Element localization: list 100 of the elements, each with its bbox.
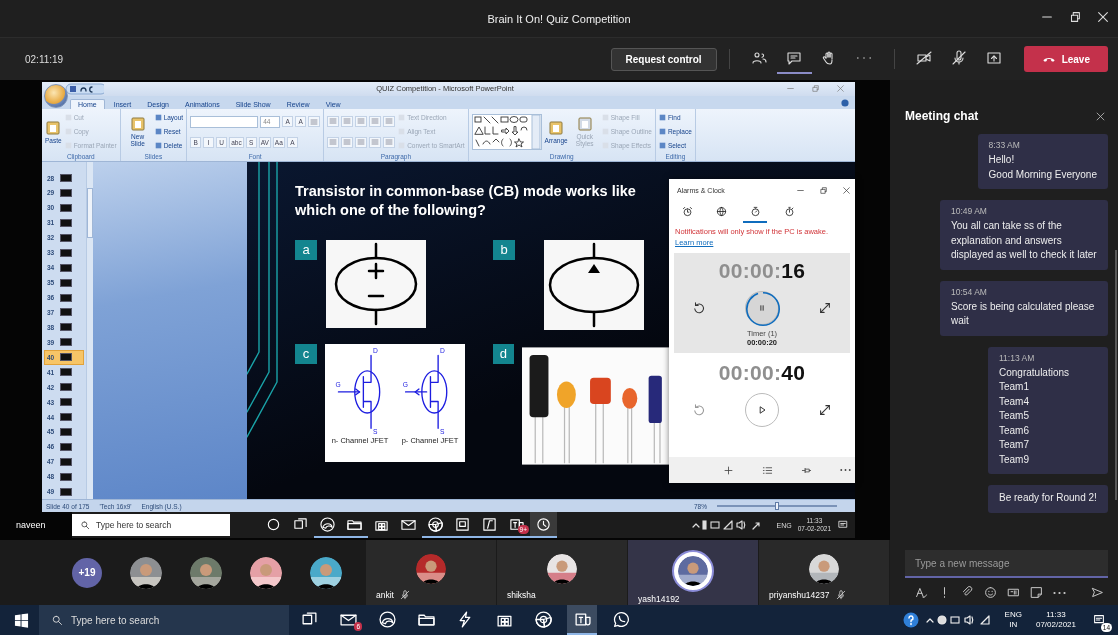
maximize-icon[interactable] bbox=[819, 185, 828, 195]
clock[interactable]: 11:33 07/02/2021 bbox=[1035, 610, 1076, 630]
language-indicator[interactable]: ENG IN bbox=[1004, 610, 1022, 630]
message-time: 10:54 AM bbox=[951, 286, 988, 297]
message-text: Hello! bbox=[988, 153, 1016, 167]
timer-time: 00:00:16 bbox=[718, 259, 806, 283]
lines-icon bbox=[385, 138, 394, 147]
message-time: 10:49 AM bbox=[951, 206, 988, 216]
message-text: Team9 bbox=[999, 452, 1030, 467]
add-icon[interactable] bbox=[723, 464, 734, 476]
more-icon bbox=[856, 56, 873, 60]
message-text: You all can take ss of the explanation and answers displayed as well to check it later bbox=[951, 219, 1097, 262]
lines-icon bbox=[310, 117, 319, 126]
globe-icon bbox=[715, 205, 727, 217]
message-time: 8:33 AM bbox=[988, 140, 1021, 150]
more-icon[interactable] bbox=[840, 468, 851, 473]
notification-icon[interactable] bbox=[837, 519, 849, 531]
panel-title: Meeting chat bbox=[905, 109, 980, 123]
browser-icon bbox=[320, 516, 335, 532]
message-text: Score is being calculated please wait bbox=[951, 299, 1096, 328]
emoji-icon[interactable] bbox=[984, 586, 997, 599]
attach-icon[interactable] bbox=[961, 586, 974, 599]
participant-tile[interactable]: ankit bbox=[365, 540, 496, 605]
search-field[interactable]: Type here to search bbox=[72, 514, 230, 536]
stopwatch-icon bbox=[783, 205, 795, 217]
participant-tile[interactable]: yash14192 bbox=[627, 540, 758, 605]
clock-icon bbox=[536, 516, 551, 532]
command-icon bbox=[548, 119, 565, 136]
edit-list-icon[interactable] bbox=[762, 464, 773, 476]
lines-icon bbox=[357, 117, 366, 126]
participant-name: yash14192 bbox=[638, 594, 680, 604]
round-logo-icon bbox=[534, 610, 552, 628]
message-text: Be ready for Round 2! bbox=[999, 491, 1097, 505]
expand-icon[interactable] bbox=[818, 403, 832, 417]
timer-card[interactable]: 00:00:40 bbox=[674, 355, 850, 437]
participant-name: shiksha bbox=[507, 590, 536, 600]
option-letter: b bbox=[493, 239, 515, 260]
command-icon bbox=[129, 116, 146, 133]
leave-button[interactable]: Leave bbox=[1023, 46, 1108, 72]
message-field[interactable]: Type a new message bbox=[905, 550, 1108, 578]
zoom-slider[interactable] bbox=[717, 505, 837, 508]
lines-icon bbox=[343, 117, 352, 126]
reset-icon[interactable] bbox=[692, 301, 706, 315]
timer-icon bbox=[749, 205, 761, 217]
close-icon[interactable] bbox=[1096, 10, 1110, 24]
lines-icon bbox=[357, 138, 366, 147]
search-icon bbox=[80, 520, 90, 530]
window-title: Brain It On! Quiz Competition bbox=[487, 12, 631, 25]
microphone-off-icon bbox=[951, 50, 968, 66]
participant-tile[interactable]: shiksha bbox=[496, 540, 627, 605]
command-icon bbox=[576, 116, 593, 133]
chat-bubble-icon bbox=[612, 610, 630, 628]
message-text: Congratulations bbox=[999, 365, 1071, 380]
taskbar-app-button[interactable] bbox=[530, 512, 557, 538]
message-text: Team7 bbox=[999, 438, 1030, 452]
presenter-name: naveen bbox=[15, 520, 47, 530]
restore-icon[interactable] bbox=[1068, 10, 1082, 24]
gif-icon[interactable] bbox=[1007, 586, 1020, 599]
message-time: 11:13 AM bbox=[999, 352, 1036, 363]
lines-icon bbox=[371, 117, 380, 126]
participant-name: priyanshu14237 bbox=[769, 590, 830, 600]
participant-name: ankit bbox=[376, 590, 394, 600]
participant-tile[interactable]: priyanshu14237 bbox=[758, 540, 889, 605]
request-control-button[interactable]: Request control bbox=[610, 47, 717, 71]
shapes-gallery[interactable] bbox=[471, 113, 542, 150]
more-icon[interactable] bbox=[1053, 590, 1066, 595]
expand-icon[interactable] bbox=[818, 301, 832, 315]
round-logo-icon bbox=[428, 516, 443, 532]
search-field[interactable]: Type here to search bbox=[39, 605, 289, 635]
participant-count-badge[interactable]: +19 bbox=[72, 557, 102, 588]
presentation-icon bbox=[455, 516, 470, 532]
square-app-icon bbox=[482, 516, 497, 532]
timer-time: 00:00:40 bbox=[718, 361, 806, 385]
close-icon[interactable] bbox=[1095, 110, 1106, 122]
alarm-clock-icon bbox=[681, 205, 693, 217]
people-icon bbox=[751, 50, 768, 66]
browser-icon bbox=[378, 610, 396, 628]
lines-icon bbox=[385, 117, 394, 126]
message-text: Team4 bbox=[999, 394, 1030, 409]
help-icon[interactable] bbox=[902, 612, 919, 628]
question-text: Transistor in common-base (CB) mode works like which one of the following? bbox=[295, 182, 637, 220]
sticker-icon[interactable] bbox=[1030, 586, 1043, 599]
search-icon bbox=[51, 614, 63, 626]
lines-icon bbox=[329, 138, 338, 147]
windows-start-icon[interactable] bbox=[14, 612, 29, 628]
share-screen-icon bbox=[986, 50, 1003, 66]
lines-icon bbox=[329, 117, 338, 126]
message-text: Team6 bbox=[999, 423, 1030, 438]
option-letter: d bbox=[493, 343, 514, 364]
camera-off-icon bbox=[916, 50, 933, 66]
font-field[interactable] bbox=[190, 115, 259, 128]
chat-icon bbox=[786, 50, 803, 66]
message-text: Team5 bbox=[999, 409, 1030, 423]
send-icon[interactable] bbox=[1091, 586, 1104, 599]
format-icon[interactable] bbox=[915, 586, 928, 599]
message-text: Team1 bbox=[999, 380, 1030, 394]
command-icon bbox=[45, 119, 62, 136]
taskbar-app-button[interactable] bbox=[567, 605, 597, 635]
lines-icon bbox=[371, 138, 380, 147]
message-text: Good Morning Everyone bbox=[988, 167, 1097, 182]
